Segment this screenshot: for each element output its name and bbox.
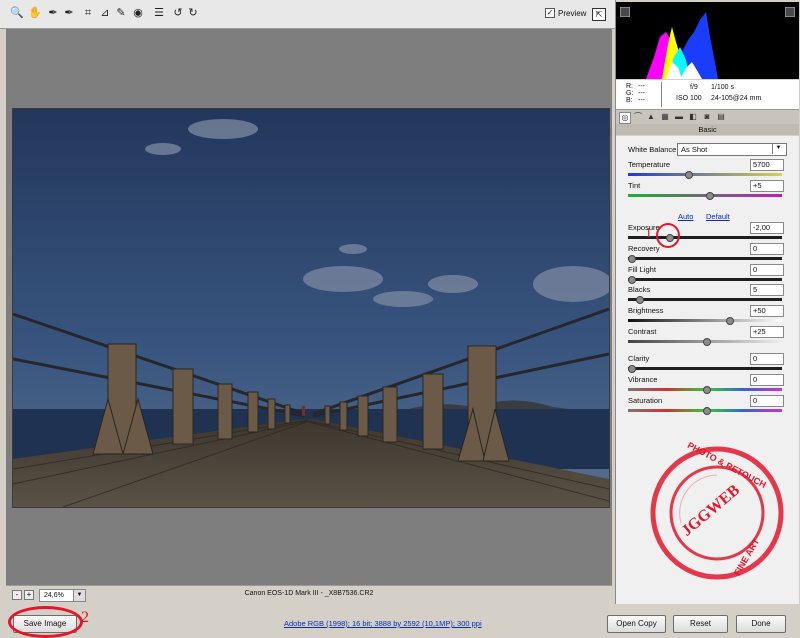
recovery-slider-track[interactable] (628, 257, 782, 260)
blacks-slider-thumb[interactable] (635, 296, 644, 304)
annotation-ellipse-save (8, 606, 83, 638)
exposure-label: Exposure (628, 223, 660, 232)
histogram-graph (646, 12, 718, 79)
blacks-slider-track[interactable] (628, 298, 782, 301)
clarity-value-field[interactable]: 0 (750, 353, 784, 365)
preview-checkbox[interactable]: ✓ (545, 8, 555, 18)
iso-value: ISO 100 (676, 95, 702, 102)
tab-hsl-icon[interactable]: ▦ (660, 112, 670, 122)
brightness-slider-thumb[interactable] (725, 317, 734, 325)
saturation-value-field[interactable]: 0 (750, 395, 784, 407)
temperature-value-field[interactable]: 5700 (750, 159, 784, 171)
r-label: R: (626, 83, 633, 90)
contrast-value-field[interactable]: +25 (750, 326, 784, 338)
watermark-stamp: PHOTO & RETOUCH JGGWEB FINE ART (648, 440, 786, 582)
open-copy-button[interactable]: Open Copy (607, 615, 666, 633)
aperture-value: f/9 (690, 84, 698, 91)
status-bar: - + 24,6% ▼ Canon EOS-1D Mark III - _X8B… (6, 585, 612, 604)
tint-slider-thumb[interactable] (706, 192, 714, 200)
vibrance-label: Vibrance (628, 375, 658, 384)
vibrance-value-field[interactable]: 0 (750, 374, 784, 386)
panel-tabs: ◎ ⌒ ▲ ▦ ▬ ◧ ◙ ▤ (616, 110, 799, 125)
section-title: Basic (616, 124, 799, 135)
auto-link[interactable]: Auto (678, 212, 693, 221)
g-value: --- (638, 90, 645, 97)
lens-value: 24-105@24 mm (711, 95, 762, 102)
zoom-icon[interactable]: 🔍 (10, 6, 24, 20)
preview-label: Preview (558, 8, 587, 18)
white-balance-eyedropper-icon[interactable]: ✒ (46, 6, 60, 20)
straighten-icon[interactable]: ⊿ (98, 6, 112, 20)
temperature-slider-thumb[interactable] (685, 171, 693, 179)
rotate-right-icon[interactable]: ↻ (186, 6, 200, 20)
white-balance-select[interactable]: As Shot (677, 143, 787, 156)
brightness-value-field[interactable]: +50 (750, 305, 784, 317)
contrast-slider-thumb[interactable] (703, 338, 711, 346)
divider (661, 82, 662, 107)
color-sampler-icon[interactable]: ✒ (62, 6, 76, 20)
tint-slider-track[interactable] (628, 194, 782, 197)
red-eye-icon[interactable]: ◉ (131, 6, 145, 20)
clarity-slider-track[interactable] (628, 367, 782, 370)
annotation-circle-exposure (656, 223, 680, 248)
b-label: B: (626, 97, 633, 104)
blacks-label: Blacks (628, 285, 651, 294)
clarity-label: Clarity (628, 354, 650, 363)
tab-presets-icon[interactable]: ▤ (716, 112, 726, 122)
histogram (616, 2, 799, 79)
chevron-down-icon[interactable]: ▼ (772, 143, 784, 154)
temperature-label: Temperature (628, 160, 671, 169)
preferences-icon[interactable]: ☰ (152, 6, 166, 20)
preview-toggle[interactable]: ✓ Preview (545, 8, 586, 18)
brightness-slider-track[interactable] (628, 319, 782, 322)
workflow-options-link[interactable]: Adobe RGB (1998); 16 bit; 3888 by 2592 (… (284, 619, 482, 628)
photo-preview (12, 108, 610, 508)
white-balance-label: White Balance: (628, 145, 679, 154)
default-link[interactable]: Default (706, 212, 730, 221)
tab-lens-corrections-icon[interactable]: ◧ (688, 112, 698, 122)
retouch-icon[interactable]: ✎ (114, 6, 128, 20)
recovery-slider-thumb[interactable] (628, 255, 636, 263)
tint-value-field[interactable]: +5 (750, 180, 784, 192)
saturation-label: Saturation (628, 396, 663, 405)
done-button[interactable]: Done (736, 615, 786, 633)
temperature-slider-track[interactable] (628, 173, 782, 176)
recovery-value-field[interactable]: 0 (750, 243, 784, 255)
fill-light-slider-thumb[interactable] (628, 276, 636, 284)
tab-tone-curve-icon[interactable]: ⌒ (633, 112, 643, 122)
clarity-slider-thumb[interactable] (628, 365, 636, 373)
brightness-label: Brightness (628, 306, 664, 315)
exposure-value-field[interactable]: -2,00 (750, 222, 784, 234)
tint-label: Tint (628, 181, 641, 190)
fullscreen-icon[interactable]: ⇱ (592, 8, 606, 21)
rotate-left-icon[interactable]: ↺ (171, 6, 185, 20)
tab-basic-icon[interactable]: ◎ (619, 112, 631, 124)
tab-detail-icon[interactable]: ▲ (646, 112, 656, 122)
toolbar: 🔍 ✋ ✒ ✒ ⌗ ⊿ ✎ ◉ ☰ ↺ ↻ ✓ Preview ⇱ (0, 0, 615, 29)
fill-light-slider-track[interactable] (628, 278, 782, 281)
crop-icon[interactable]: ⌗ (81, 6, 95, 20)
file-name-label: Canon EOS-1D Mark III - _X8B7536.CR2 (244, 590, 374, 597)
shutter-value: 1/100 s (711, 84, 734, 91)
annotation-number-2: 2 (81, 609, 89, 626)
saturation-slider-thumb[interactable] (703, 407, 711, 415)
vibrance-slider-thumb[interactable] (703, 386, 711, 394)
g-label: G: (626, 90, 634, 97)
bottom-bar: Save Image Adobe RGB (1998); 16 bit; 388… (0, 604, 800, 638)
b-value: --- (638, 97, 645, 104)
blacks-value-field[interactable]: 5 (750, 284, 784, 296)
contrast-label: Contrast (628, 327, 657, 336)
recovery-label: Recovery (628, 244, 660, 253)
camera-info: R: --- G: --- B: --- f/9 1/100 s ISO 100… (616, 80, 799, 110)
r-value: --- (638, 83, 645, 90)
fill-light-value-field[interactable]: 0 (750, 264, 784, 276)
reset-button[interactable]: Reset (673, 615, 728, 633)
fill-light-label: Fill Light (628, 265, 656, 274)
hand-icon[interactable]: ✋ (28, 6, 42, 20)
pier-photo (13, 109, 609, 507)
tab-split-toning-icon[interactable]: ▬ (674, 112, 684, 122)
annotation-number-1: 1 (645, 226, 652, 241)
tab-camera-calibration-icon[interactable]: ◙ (702, 112, 712, 122)
